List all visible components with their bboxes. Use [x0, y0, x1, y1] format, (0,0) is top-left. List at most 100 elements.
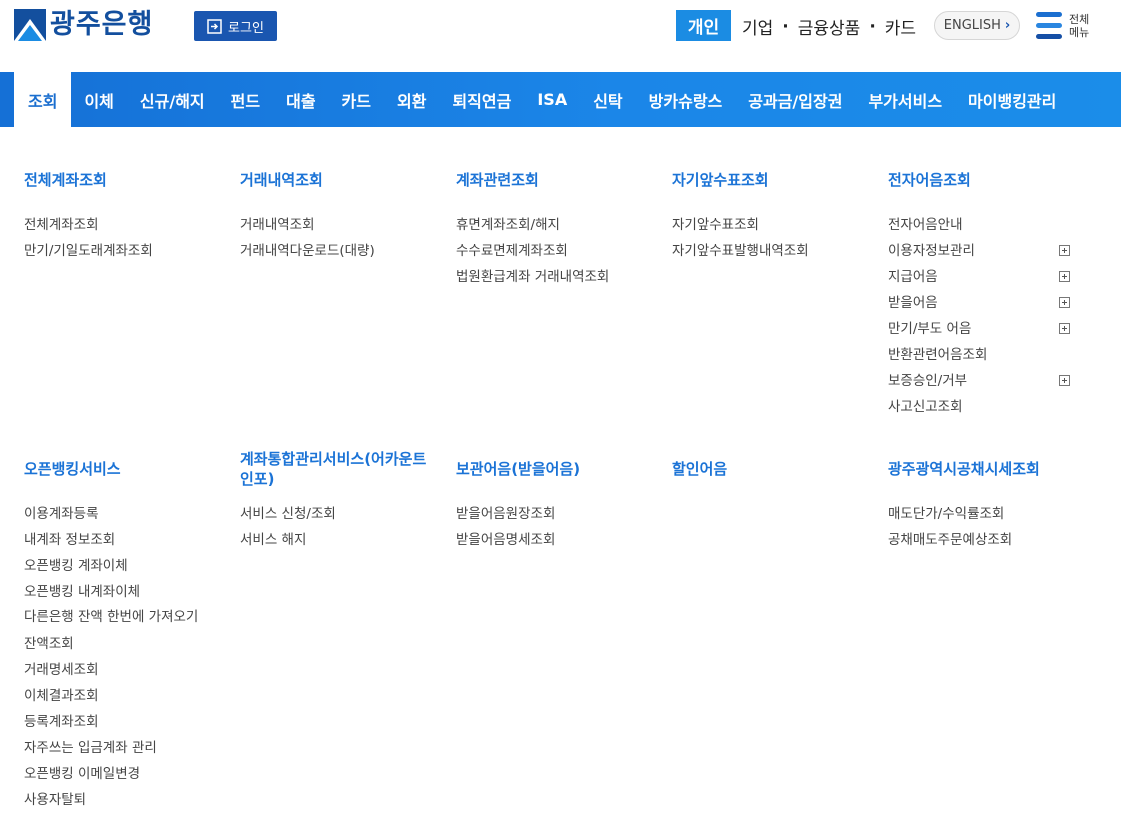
menu-link-label: 지급어음 — [888, 269, 938, 285]
menu-link[interactable]: 만기/기일도래계좌조회 — [24, 238, 214, 264]
menu-column-gwangju-bonds: 광주광역시공채시세조회 매도단가/수익률조회 공채매도주문예상조회 — [888, 459, 1088, 553]
menu-link[interactable]: 이용자정보관리 — [888, 238, 1070, 264]
nav-item-loan[interactable]: 대출 — [273, 72, 328, 127]
menu-link[interactable]: 보증승인/거부 — [888, 368, 1070, 394]
menu-link[interactable]: 사용자탈퇴 — [24, 787, 199, 813]
menu-heading[interactable]: 광주광역시공채시세조회 — [888, 459, 1088, 479]
hamburger-icon — [1036, 12, 1062, 39]
menu-link[interactable]: 받을어음 — [888, 290, 1070, 316]
menu-heading[interactable]: 거래내역조회 — [240, 170, 430, 190]
bank-logo[interactable]: 광주은행 — [14, 9, 153, 41]
segment-links: 기업 · 금융상품 · 카드 — [742, 14, 916, 40]
menu-heading[interactable]: 오픈뱅킹서비스 — [24, 459, 199, 479]
menu-link[interactable]: 서비스 신청/조회 — [240, 501, 430, 527]
nav-item-open-close[interactable]: 신규/해지 — [127, 72, 218, 127]
menu-link[interactable]: 거래내역다운로드(대량) — [240, 238, 430, 264]
menu-link[interactable]: 전자어음안내 — [888, 212, 1070, 238]
menu-link[interactable]: 다른은행 잔액 한번에 가져오기 — [24, 605, 199, 631]
segment-products-link[interactable]: 금융상품 — [798, 14, 861, 39]
menu-column-discount-bills: 할인어음 — [672, 459, 862, 479]
menu-link[interactable]: 거래내역조회 — [240, 212, 430, 238]
menu-heading[interactable]: 보관어음(받을어음) — [456, 459, 646, 479]
chevron-right-icon: › — [1004, 18, 1011, 33]
nav-item-utility[interactable]: 공과금/입장권 — [735, 72, 855, 127]
separator-dot: · — [782, 16, 789, 37]
menu-column-account-related: 계좌관련조회 휴면계좌조회/해지 수수료면제계좌조회 법원환급계좌 거래내역조회 — [456, 170, 646, 290]
menu-column-cashier-check: 자기앞수표조회 자기앞수표조회 자기앞수표발행내역조회 — [672, 170, 862, 264]
menu-link[interactable]: 서비스 해지 — [240, 527, 430, 553]
menu-link[interactable]: 자주쓰는 입금계좌 관리 — [24, 735, 199, 761]
nav-item-inquiry[interactable]: 조회 — [14, 72, 72, 127]
menu-column-transactions: 거래내역조회 거래내역조회 거래내역다운로드(대량) — [240, 170, 430, 264]
nav-item-trust[interactable]: 신탁 — [580, 72, 635, 127]
all-menu-label-line2: 메뉴 — [1069, 25, 1090, 39]
menu-link[interactable]: 오픈뱅킹 이메일변경 — [24, 761, 199, 787]
menu-heading[interactable]: 전자어음조회 — [888, 170, 1070, 190]
menu-link[interactable]: 사고신고조회 — [888, 394, 1070, 420]
expand-plus-icon[interactable] — [1059, 245, 1070, 256]
menu-heading[interactable]: 할인어음 — [672, 459, 862, 479]
login-icon — [207, 18, 222, 34]
menu-heading[interactable]: 자기앞수표조회 — [672, 170, 862, 190]
login-button[interactable]: 로그인 — [194, 11, 277, 41]
segment-card-link[interactable]: 카드 — [885, 14, 916, 39]
menu-link[interactable]: 받을어음명세조회 — [456, 527, 646, 553]
nav-item-card[interactable]: 카드 — [329, 72, 384, 127]
all-menu-label: 전체 메뉴 — [1069, 13, 1089, 39]
menu-column-kept-bills: 보관어음(받을어음) 받을어음원장조회 받을어음명세조회 — [456, 459, 646, 553]
expand-plus-icon[interactable] — [1059, 375, 1070, 386]
logo-text: 광주은행 — [50, 9, 154, 40]
menu-link[interactable]: 내계좌 정보조회 — [24, 527, 199, 553]
menu-link[interactable]: 등록계좌조회 — [24, 709, 199, 735]
menu-link[interactable]: 오픈뱅킹 계좌이체 — [24, 553, 199, 579]
menu-link[interactable]: 오픈뱅킹 내계좌이체 — [24, 579, 199, 605]
menu-link[interactable]: 자기앞수표발행내역조회 — [672, 238, 862, 264]
menu-heading[interactable]: 계좌통합관리서비스(어카운트인포) — [240, 449, 430, 489]
menu-link[interactable]: 반환관련어음조회 — [888, 342, 1070, 368]
expand-plus-icon[interactable] — [1059, 297, 1070, 308]
menu-link[interactable]: 법원환급계좌 거래내역조회 — [456, 264, 646, 290]
expand-plus-icon[interactable] — [1059, 323, 1070, 334]
menu-column-open-banking: 오픈뱅킹서비스 이용계좌등록 내계좌 정보조회 오픈뱅킹 계좌이체 오픈뱅킹 내… — [24, 459, 199, 813]
all-menu-label-line1: 전체 — [1069, 12, 1090, 26]
main-nav: 조회 이체 신규/해지 펀드 대출 카드 외환 퇴직연금 ISA 신탁 방카슈랑… — [0, 72, 1121, 127]
menu-column-all-accounts: 전체계좌조회 전체계좌조회 만기/기일도래계좌조회 — [24, 170, 214, 264]
menu-link[interactable]: 잔액조회 — [24, 631, 199, 657]
menu-link-label: 만기/부도 어음 — [888, 321, 972, 337]
menu-link-label: 받을어음 — [888, 295, 938, 311]
menu-heading[interactable]: 계좌관련조회 — [456, 170, 646, 190]
menu-link[interactable]: 공채매도주문예상조회 — [888, 527, 1088, 553]
top-header: 광주은행 로그인 개인 기업 · 금융상품 · 카드 ENGLISH › 전체 … — [0, 0, 1121, 72]
menu-link[interactable]: 지급어음 — [888, 264, 1070, 290]
nav-item-transfer[interactable]: 이체 — [71, 72, 126, 127]
segment-corporate-link[interactable]: 기업 — [742, 14, 773, 39]
all-menu-button[interactable]: 전체 메뉴 — [1036, 12, 1089, 39]
menu-link[interactable]: 자기앞수표조회 — [672, 212, 862, 238]
menu-heading[interactable]: 전체계좌조회 — [24, 170, 214, 190]
menu-link[interactable]: 휴면계좌조회/해지 — [456, 212, 646, 238]
nav-item-extra-services[interactable]: 부가서비스 — [855, 72, 955, 127]
expand-plus-icon[interactable] — [1059, 271, 1070, 282]
menu-link-label: 이용자정보관리 — [888, 243, 975, 259]
nav-item-mybanking[interactable]: 마이뱅킹관리 — [955, 72, 1069, 127]
menu-column-e-bill: 전자어음조회 전자어음안내 이용자정보관리 지급어음 받을어음 만기/부도 어음… — [888, 170, 1070, 420]
menu-link[interactable]: 이체결과조회 — [24, 683, 199, 709]
menu-link[interactable]: 받을어음원장조회 — [456, 501, 646, 527]
nav-item-isa[interactable]: ISA — [524, 72, 580, 127]
nav-item-forex[interactable]: 외환 — [384, 72, 439, 127]
english-label: ENGLISH — [943, 18, 1001, 33]
menu-link[interactable]: 수수료면제계좌조회 — [456, 238, 646, 264]
menu-link[interactable]: 이용계좌등록 — [24, 501, 199, 527]
menu-link[interactable]: 전체계좌조회 — [24, 212, 214, 238]
nav-item-pension[interactable]: 퇴직연금 — [439, 72, 524, 127]
login-label: 로그인 — [228, 20, 264, 36]
menu-link[interactable]: 거래명세조회 — [24, 657, 199, 683]
logo-mark-icon — [14, 9, 46, 41]
menu-link-label: 보증승인/거부 — [888, 373, 968, 389]
nav-item-bancassurance[interactable]: 방카슈랑스 — [636, 72, 736, 127]
nav-item-fund[interactable]: 펀드 — [218, 72, 273, 127]
english-button[interactable]: ENGLISH › — [934, 11, 1020, 40]
menu-link[interactable]: 만기/부도 어음 — [888, 316, 1070, 342]
menu-link[interactable]: 매도단가/수익률조회 — [888, 501, 1088, 527]
segment-personal-tab[interactable]: 개인 — [676, 10, 731, 41]
